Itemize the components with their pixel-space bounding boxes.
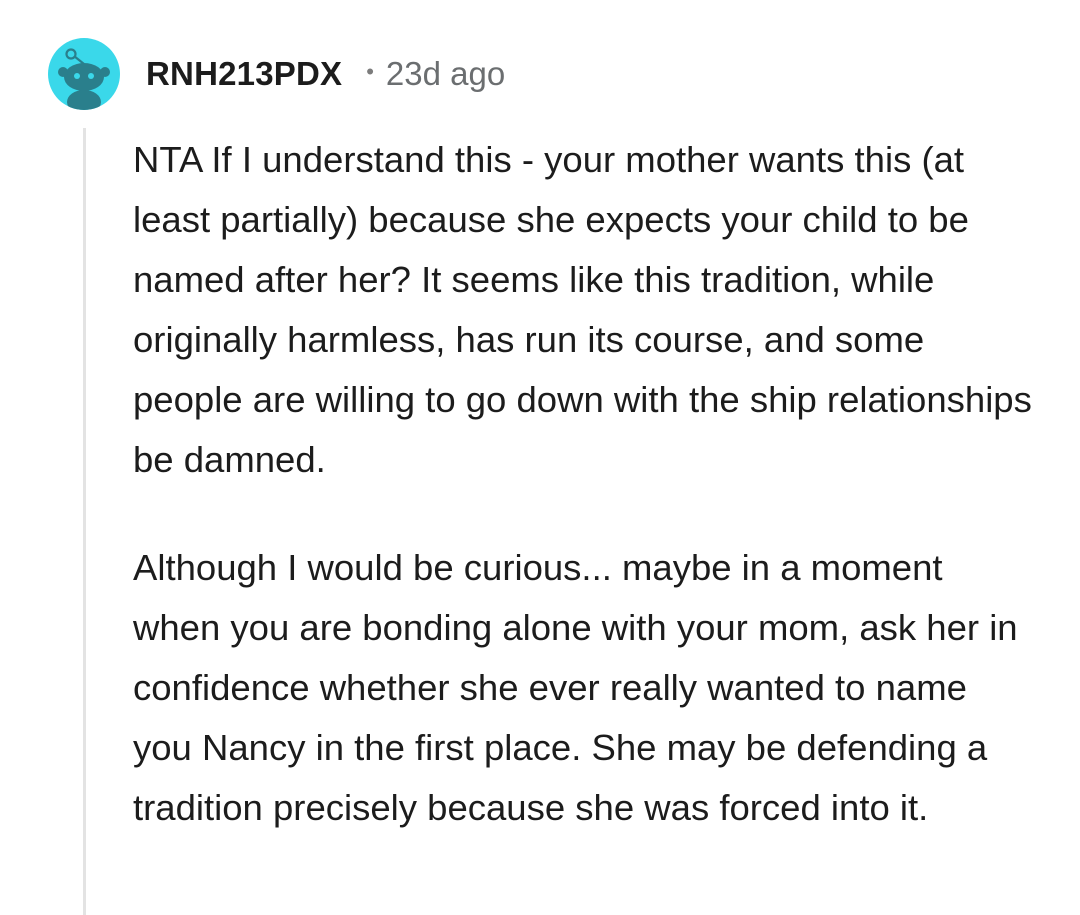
reddit-snoo-avatar-icon (58, 48, 110, 110)
meta-separator: • (366, 59, 374, 84)
thread-line[interactable] (83, 128, 86, 915)
comment-header: RNH213PDX • 23d ago (48, 38, 505, 110)
comment-paragraph: Although I would be curious... maybe in … (133, 547, 1018, 828)
comment-author[interactable]: RNH213PDX (146, 55, 342, 93)
comment-paragraph: NTA If I understand this - your mother w… (133, 139, 1032, 480)
comment-timestamp: 23d ago (385, 55, 506, 92)
avatar[interactable] (48, 38, 120, 110)
comment-body: NTA If I understand this - your mother w… (133, 130, 1033, 838)
